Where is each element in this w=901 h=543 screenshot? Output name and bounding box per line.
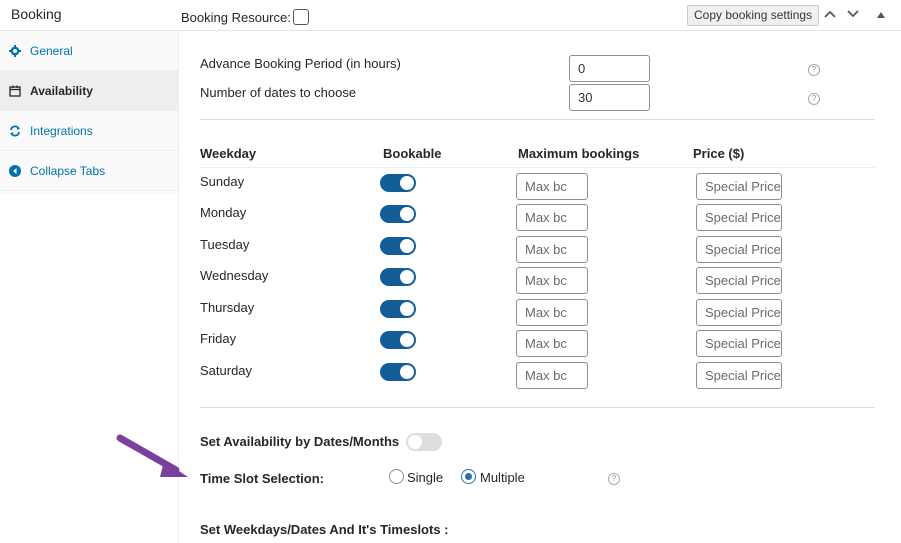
weekday-label: Tuesday: [200, 237, 250, 252]
bookable-toggle[interactable]: [380, 331, 416, 349]
sidebar-divider: [178, 194, 179, 543]
number-of-dates-label: Number of dates to choose: [200, 85, 357, 100]
weekday-label: Thursday: [200, 300, 255, 315]
single-radio-label[interactable]: Single: [407, 470, 443, 485]
divider: [200, 119, 875, 120]
sidebar-item-collapse-tabs[interactable]: Collapse Tabs: [0, 151, 178, 191]
table-header-divider: [200, 167, 875, 168]
help-icon[interactable]: ?: [808, 64, 820, 76]
sync-icon: [9, 125, 21, 137]
weekday-label: Friday: [200, 331, 237, 346]
booking-resource-text: Booking Resource:: [181, 9, 291, 25]
single-radio[interactable]: [389, 469, 404, 484]
sidebar-item-label: Collapse Tabs: [30, 163, 106, 178]
advance-booking-label: Advance Booking Period (in hours): [200, 56, 401, 71]
max-bookings-input[interactable]: Max bc: [516, 173, 588, 200]
booking-tabs-sidebar: General Availability Integrations Collap…: [0, 31, 179, 194]
multiple-radio[interactable]: [461, 469, 476, 484]
divider: [200, 407, 875, 408]
bookable-toggle[interactable]: [380, 268, 416, 286]
special-price-input[interactable]: Special Price: [696, 204, 782, 231]
weekday-label: Saturday: [200, 363, 253, 378]
sidebar-item-integrations[interactable]: Integrations: [0, 111, 178, 151]
sidebar-item-general[interactable]: General: [0, 31, 178, 71]
sidebar-item-label: General: [30, 43, 73, 58]
sidebar-item-availability[interactable]: Availability: [0, 71, 178, 111]
bookable-toggle[interactable]: [380, 205, 416, 223]
max-bookings-input[interactable]: Max bc: [516, 204, 588, 231]
bookable-toggle[interactable]: [380, 174, 416, 192]
availability-by-dates-label: Set Availability by Dates/Months: [200, 434, 400, 449]
max-bookings-column-header: Maximum bookings: [518, 146, 640, 161]
booking-resource-checkbox[interactable]: [292, 9, 309, 25]
max-bookings-input[interactable]: Max bc: [516, 267, 588, 294]
special-price-input[interactable]: Special Price: [696, 362, 782, 389]
special-price-input[interactable]: Special Price: [696, 267, 782, 294]
booking-resource-label[interactable]: Booking Resource:: [181, 9, 309, 25]
metabox-title: Booking: [11, 6, 62, 22]
help-icon[interactable]: ?: [608, 473, 620, 485]
weekday-label: Monday: [200, 205, 247, 220]
max-bookings-input[interactable]: Max bc: [516, 299, 588, 326]
special-price-input[interactable]: Special Price: [696, 299, 782, 326]
booking-metabox-header: Booking Booking Resource: Copy booking s…: [0, 0, 901, 31]
special-price-input[interactable]: Special Price: [696, 236, 782, 263]
multiple-radio-label[interactable]: Multiple: [480, 470, 525, 485]
sidebar-item-label: Availability: [30, 83, 93, 98]
weekday-label: Wednesday: [200, 268, 269, 283]
number-of-dates-input[interactable]: 30: [569, 84, 650, 111]
chevron-up-icon[interactable]: [822, 6, 838, 22]
sidebar-item-label: Integrations: [30, 123, 93, 138]
help-icon[interactable]: ?: [808, 93, 820, 105]
bookable-toggle[interactable]: [380, 237, 416, 255]
chevron-down-icon[interactable]: [845, 6, 861, 22]
bookable-toggle[interactable]: [380, 363, 416, 381]
calendar-icon: [9, 85, 21, 97]
collapse-arrow-icon: [9, 164, 21, 177]
price-column-header: Price ($): [693, 146, 745, 161]
copy-booking-settings-button[interactable]: Copy booking settings: [687, 5, 820, 26]
bookable-toggle[interactable]: [380, 300, 416, 318]
special-price-input[interactable]: Special Price: [696, 330, 782, 357]
weekday-label: Sunday: [200, 174, 245, 189]
time-slot-selection-label: Time Slot Selection:: [200, 471, 325, 486]
max-bookings-input[interactable]: Max bc: [516, 330, 588, 357]
availability-by-dates-toggle[interactable]: [406, 433, 442, 451]
advance-booking-input[interactable]: 0: [569, 55, 650, 82]
weekdays-timeslots-heading: Set Weekdays/Dates And It's Timeslots :: [200, 522, 449, 537]
annotation-arrow-icon: [116, 434, 188, 477]
collapse-triangle-icon[interactable]: [873, 6, 889, 22]
special-price-input[interactable]: Special Price: [696, 173, 782, 200]
max-bookings-input[interactable]: Max bc: [516, 236, 588, 263]
max-bookings-input[interactable]: Max bc: [516, 362, 588, 389]
weekday-column-header: Weekday: [200, 146, 257, 161]
gear-icon: [9, 44, 21, 57]
bookable-column-header: Bookable: [383, 146, 442, 161]
